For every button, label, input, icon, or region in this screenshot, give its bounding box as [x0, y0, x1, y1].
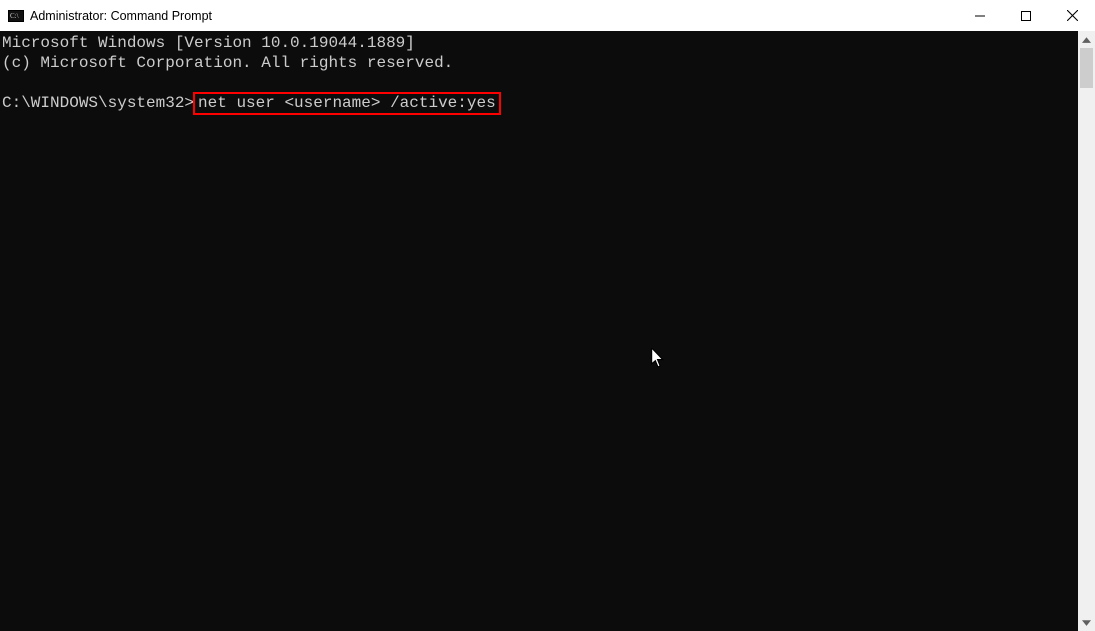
scrollbar-track[interactable]	[1078, 48, 1095, 614]
terminal-line-copyright: (c) Microsoft Corporation. All rights re…	[2, 54, 453, 72]
close-button[interactable]	[1049, 0, 1095, 31]
scroll-up-button[interactable]	[1078, 31, 1095, 48]
cmd-icon: C:\	[8, 8, 24, 24]
svg-text:C:\: C:\	[10, 12, 19, 20]
command-prompt-window: C:\ Administrator: Command Prompt Micros…	[0, 0, 1095, 631]
highlighted-command: net user <username> /active:yes	[193, 92, 501, 115]
window-controls	[957, 0, 1095, 31]
terminal-output[interactable]: Microsoft Windows [Version 10.0.19044.18…	[0, 31, 1078, 631]
maximize-button[interactable]	[1003, 0, 1049, 31]
content-row: Microsoft Windows [Version 10.0.19044.18…	[0, 31, 1095, 631]
window-title: Administrator: Command Prompt	[30, 9, 212, 23]
titlebar[interactable]: C:\ Administrator: Command Prompt	[0, 0, 1095, 31]
scroll-down-button[interactable]	[1078, 614, 1095, 631]
minimize-button[interactable]	[957, 0, 1003, 31]
terminal-prompt: C:\WINDOWS\system32>	[2, 94, 194, 112]
mouse-cursor-icon	[574, 328, 665, 394]
terminal-line-version: Microsoft Windows [Version 10.0.19044.18…	[2, 34, 415, 52]
vertical-scrollbar[interactable]	[1078, 31, 1095, 631]
scrollbar-thumb[interactable]	[1080, 48, 1093, 88]
